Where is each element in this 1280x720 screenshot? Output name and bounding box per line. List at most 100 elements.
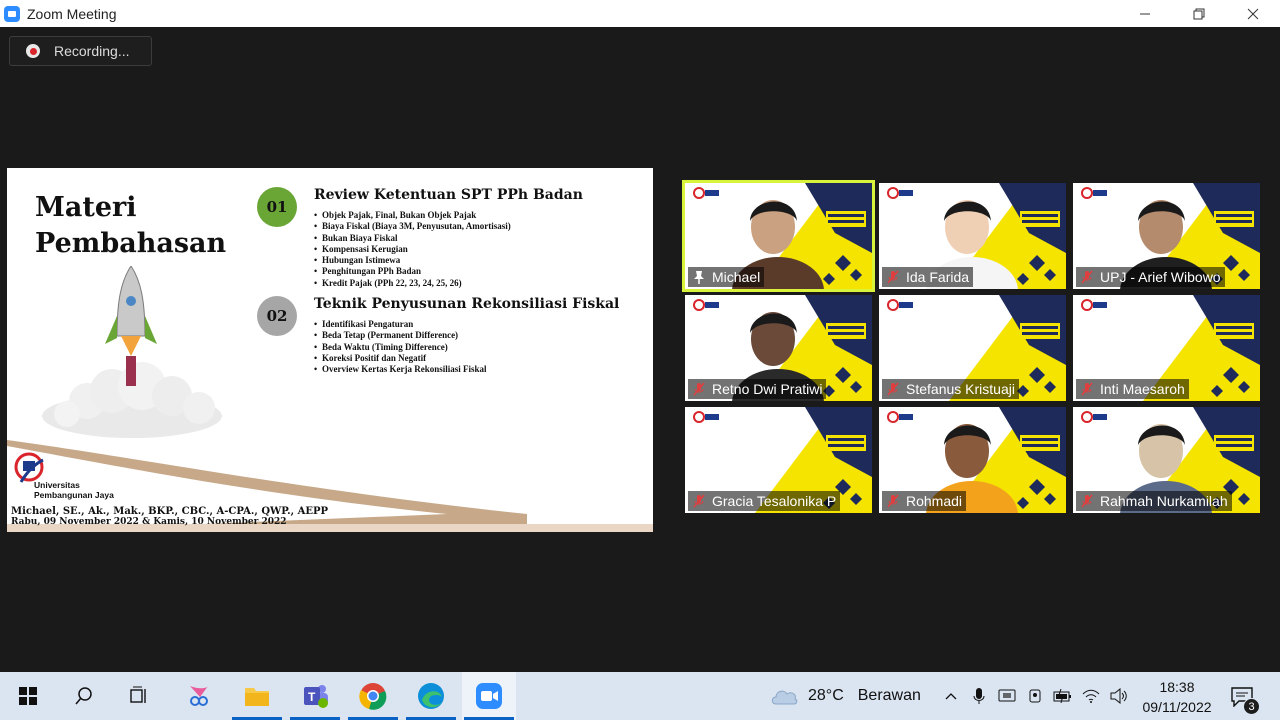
participant-name-tag: Michael xyxy=(688,267,765,287)
muted-microphone-icon xyxy=(1080,382,1094,396)
windows-logo-icon xyxy=(19,687,37,705)
participant-tile[interactable]: Rahmah Nurkamilah xyxy=(1073,407,1260,513)
restore-button[interactable] xyxy=(1172,0,1226,27)
participant-name: Ida Farida xyxy=(906,269,970,285)
start-button[interactable] xyxy=(1,672,55,720)
microphone-icon xyxy=(973,688,985,704)
edge-icon xyxy=(418,683,444,709)
participant-name-tag: Stefanus Kristuaji xyxy=(882,379,1019,399)
rocket-illustration xyxy=(42,266,222,438)
screen-share-tray-icon[interactable] xyxy=(993,672,1021,720)
participant-tile[interactable]: Stefanus Kristuaji xyxy=(879,295,1066,401)
participant-name: Michael xyxy=(712,269,761,285)
notifications-button[interactable]: 3 xyxy=(1226,681,1260,715)
taskbar-snipping-tool[interactable] xyxy=(172,672,226,720)
list-item: Hubungan Istimewa xyxy=(322,255,511,266)
participant-name: UPJ - Arief Wibowo xyxy=(1100,269,1221,285)
camera-tray-icon[interactable] xyxy=(1021,672,1049,720)
participant-name-tag: UPJ - Arief Wibowo xyxy=(1076,267,1225,287)
pin-icon xyxy=(692,270,706,284)
close-icon xyxy=(1247,8,1259,19)
taskbar-search-button[interactable] xyxy=(57,672,111,720)
slide-title: Materi Pembahasan xyxy=(35,192,227,259)
task-view-icon xyxy=(130,686,146,703)
section-items-list: Objek Pajak, Final, Bukan Objek Pajak Bi… xyxy=(322,210,511,289)
meeting-area: Recording... Materi Pembahasan 01 Review… xyxy=(0,27,1280,672)
participant-tile[interactable]: Gracia Tesalonika P xyxy=(685,407,872,513)
shared-screen-slide: Materi Pembahasan 01 Review Ketentuan SP… xyxy=(7,168,653,532)
taskbar-chrome[interactable] xyxy=(346,672,400,720)
list-item: Beda Waktu (Timing Difference) xyxy=(322,342,486,353)
task-view-button[interactable] xyxy=(112,672,166,720)
list-item: Identifikasi Pengaturan xyxy=(322,319,486,330)
participant-tile[interactable]: Michael xyxy=(682,180,875,292)
notification-count-badge: 3 xyxy=(1243,698,1260,715)
weather-description: Berawan xyxy=(857,687,921,704)
battery-tray-icon[interactable] xyxy=(1049,672,1077,720)
restore-icon xyxy=(1193,8,1205,19)
section-title: Review Ketentuan SPT PPh Badan xyxy=(314,187,583,203)
zoom-app-icon xyxy=(4,5,20,22)
minimize-icon xyxy=(1140,13,1150,14)
muted-microphone-icon xyxy=(692,382,706,396)
participant-name: Rahmah Nurkamilah xyxy=(1100,493,1228,509)
university-name: Universitas Pembangunan Jaya xyxy=(34,480,114,500)
window-controls xyxy=(1118,0,1280,27)
section-items-list: Identifikasi Pengaturan Beda Tetap (Perm… xyxy=(322,319,486,375)
chrome-icon xyxy=(359,683,387,710)
muted-microphone-icon xyxy=(1080,494,1094,508)
list-item: Beda Tetap (Permanent Difference) xyxy=(322,330,486,341)
taskbar-teams[interactable]: T xyxy=(288,672,342,720)
participant-tile[interactable]: Retno Dwi Pratiwi xyxy=(685,295,872,401)
clock-date: 09/11/2022 xyxy=(1142,699,1212,715)
volume-tray-icon[interactable] xyxy=(1105,672,1133,720)
search-icon xyxy=(75,687,92,705)
show-hidden-icons-button[interactable] xyxy=(937,672,965,720)
battery-icon xyxy=(1053,689,1071,703)
weather-temperature: 28°C xyxy=(808,687,844,704)
section-number-badge: 01 xyxy=(257,187,297,227)
list-item: Bukan Biaya Fiskal xyxy=(322,233,511,244)
muted-microphone-icon xyxy=(886,270,900,284)
window-title: Zoom Meeting xyxy=(27,5,117,22)
taskbar-file-explorer[interactable] xyxy=(230,672,284,720)
record-icon xyxy=(26,44,40,58)
section-number-badge: 02 xyxy=(257,296,297,336)
muted-microphone-icon xyxy=(692,494,706,508)
close-button[interactable] xyxy=(1226,0,1280,27)
participant-tile[interactable]: Rohmadi xyxy=(879,407,1066,513)
participant-tile[interactable]: Ida Farida xyxy=(879,183,1066,289)
window-titlebar: Zoom Meeting xyxy=(0,0,1280,27)
participant-name-tag: Inti Maesaroh xyxy=(1076,379,1189,399)
recording-indicator[interactable]: Recording... xyxy=(9,36,152,66)
participant-name: Gracia Tesalonika P xyxy=(712,493,837,509)
participant-tile[interactable]: Inti Maesaroh xyxy=(1073,295,1260,401)
windows-taskbar: T 28°C Berawan 18:38 09/11/2022 3 xyxy=(0,672,1280,720)
network-tray-icon[interactable] xyxy=(1077,672,1105,720)
muted-microphone-icon xyxy=(886,494,900,508)
list-item: Overview Kertas Kerja Rekonsiliasi Fiska… xyxy=(322,364,486,375)
presenter-credentials: Michael, SE., Ak., Mak., BKP., CBC., A-C… xyxy=(11,506,328,517)
participant-tile[interactable]: UPJ - Arief Wibowo xyxy=(1073,183,1260,289)
taskbar-edge[interactable] xyxy=(404,672,458,720)
camera-icon xyxy=(1029,689,1041,703)
participant-name: Stefanus Kristuaji xyxy=(906,381,1015,397)
minimize-button[interactable] xyxy=(1118,0,1172,27)
snipping-tool-icon xyxy=(190,686,208,706)
participant-name: Rohmadi xyxy=(906,493,963,509)
section-title: Teknik Penyusunan Rekonsiliasi Fiskal xyxy=(314,296,620,312)
list-item: Objek Pajak, Final, Bukan Objek Pajak xyxy=(322,210,511,221)
clock-time: 18:38 xyxy=(1159,679,1195,695)
session-dates: Rabu, 09 November 2022 & Kamis, 10 Novem… xyxy=(11,517,287,527)
list-item: Kredit Pajak (PPh 22, 23, 24, 25, 26) xyxy=(322,278,511,289)
weather-widget[interactable]: 28°C Berawan xyxy=(770,672,921,720)
participant-name-tag: Ida Farida xyxy=(882,267,974,287)
svg-text:T: T xyxy=(308,690,316,704)
taskbar-zoom[interactable] xyxy=(462,672,516,720)
muted-microphone-icon xyxy=(886,382,900,396)
participant-name-tag: Retno Dwi Pratiwi xyxy=(688,379,827,399)
system-clock[interactable]: 18:38 09/11/2022 xyxy=(1138,677,1216,717)
participant-name-tag: Gracia Tesalonika P xyxy=(688,491,841,511)
teams-icon: T xyxy=(304,685,328,708)
microphone-tray-icon[interactable] xyxy=(965,672,993,720)
